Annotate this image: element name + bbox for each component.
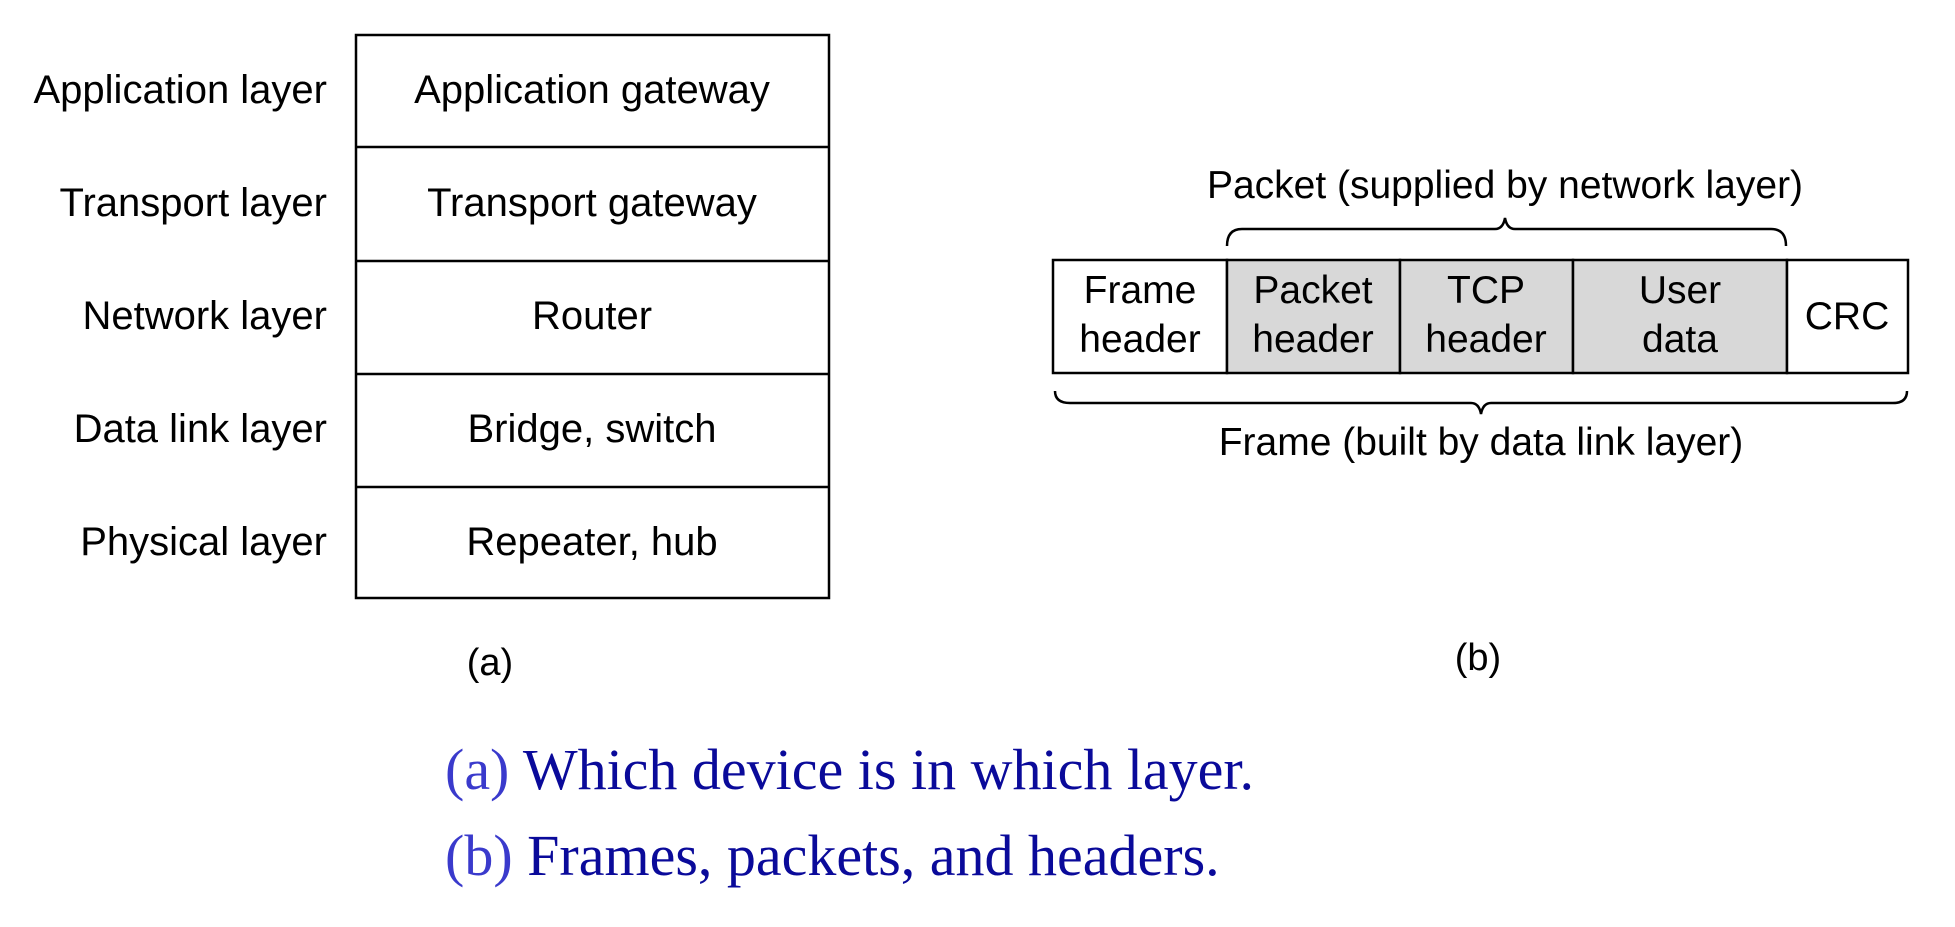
device-repeater-hub: Repeater, hub — [466, 520, 717, 564]
cell-user-data-line2: data — [1642, 318, 1718, 361]
caption-a: (a) Which device is in which layer. — [445, 741, 1254, 799]
cell-tcp-header-line1: TCP — [1447, 269, 1525, 312]
device-transport-gateway: Transport gateway — [427, 181, 757, 225]
cell-frame-header-line2: header — [1079, 318, 1200, 361]
layer-device-table: Application layer Transport layer Networ… — [34, 33, 831, 684]
frame-structure: Packet (supplied by network layer) Frame… — [1051, 164, 1910, 679]
device-bridge-switch: Bridge, switch — [468, 407, 717, 451]
cell-packet-header-line1: Packet — [1253, 269, 1372, 312]
caption-b: (b) Frames, packets, and headers. — [445, 827, 1220, 885]
cell-user-data-line1: User — [1639, 269, 1721, 312]
caption-a-prefix: (a) — [445, 737, 510, 802]
caption-a-text: Which device is in which layer. — [509, 737, 1255, 802]
layer-label-physical: Physical layer — [80, 520, 327, 564]
layer-label-transport: Transport layer — [60, 181, 328, 225]
figure-b-label: (b) — [1455, 637, 1501, 679]
device-router: Router — [532, 294, 652, 338]
cell-packet-header-line2: header — [1252, 318, 1373, 361]
device-application-gateway: Application gateway — [414, 68, 770, 112]
caption-b-prefix: (b) — [445, 823, 513, 888]
layer-label-network: Network layer — [82, 294, 327, 338]
packet-brace-label: Packet (supplied by network layer) — [1207, 164, 1803, 207]
cell-crc-label: CRC — [1805, 295, 1890, 338]
layer-label-application: Application layer — [34, 68, 328, 112]
caption-b-text: Frames, packets, and headers. — [512, 823, 1220, 888]
frame-brace — [1053, 390, 1909, 415]
frame-cells: Frame header Packet header TCP header Us… — [1051, 258, 1910, 375]
cell-tcp-header-line2: header — [1425, 318, 1546, 361]
packet-brace — [1225, 217, 1788, 247]
figure-a-label: (a) — [467, 642, 513, 684]
frame-brace-label: Frame (built by data link layer) — [1219, 421, 1744, 464]
cell-frame-header-line1: Frame — [1084, 269, 1197, 312]
layer-label-data-link: Data link layer — [74, 407, 327, 451]
